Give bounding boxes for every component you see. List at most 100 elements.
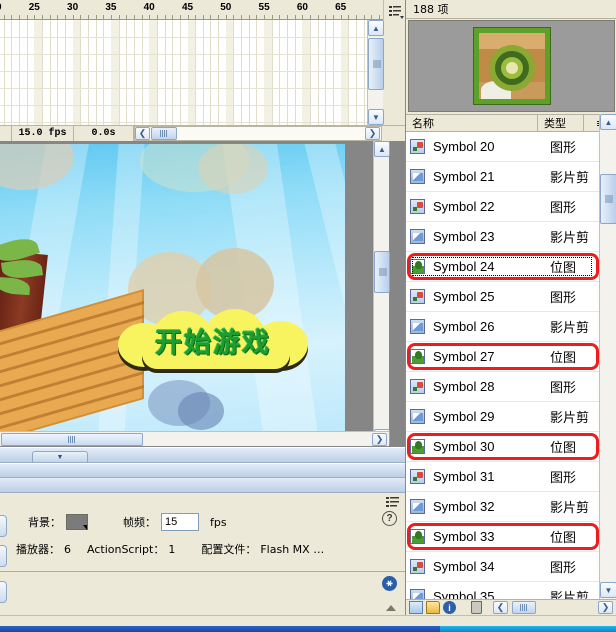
library-hscroll-left-button[interactable]: ❮ bbox=[493, 601, 508, 614]
library-hscroll-thumb[interactable] bbox=[512, 601, 536, 614]
library-row[interactable]: Symbol 20 图形 bbox=[406, 132, 600, 162]
library-row[interactable]: Symbol 31 图形 bbox=[406, 462, 600, 492]
background-color-swatch[interactable] bbox=[66, 514, 88, 530]
timeline-hscroll-left-button[interactable]: ❮ bbox=[135, 127, 150, 140]
frame-gridline bbox=[142, 20, 143, 125]
start-game-button[interactable]: 开始游戏 bbox=[118, 309, 308, 371]
library-row[interactable]: Symbol 26 影片剪 bbox=[406, 312, 600, 342]
elapsed-time-display[interactable]: 0.0s bbox=[74, 125, 134, 142]
ruler-tick-mark bbox=[333, 15, 334, 19]
actionscript-value: 1 bbox=[168, 542, 176, 556]
timeline-scroll-up-button[interactable]: ▲ bbox=[368, 20, 384, 36]
library-row[interactable]: Symbol 24 位图 bbox=[406, 252, 600, 282]
properties-title-bar[interactable] bbox=[0, 478, 405, 493]
library-row[interactable]: Symbol 29 影片剪 bbox=[406, 402, 600, 432]
new-symbol-icon[interactable] bbox=[409, 601, 423, 614]
ruler-tick-mark bbox=[188, 15, 189, 19]
ruler-tick-65: 65 bbox=[335, 2, 347, 13]
properties-divider bbox=[0, 571, 405, 572]
accessibility-icon[interactable]: ⚹ bbox=[382, 576, 397, 591]
properties-side-tab-2[interactable] bbox=[0, 545, 7, 567]
ruler-tick-55: 55 bbox=[258, 2, 270, 13]
frame-gridline bbox=[364, 20, 365, 125]
stage-horizontal-scrollbar[interactable]: ❯ bbox=[0, 431, 389, 446]
library-scroll-thumb[interactable] bbox=[600, 174, 616, 224]
ruler-tick-mark bbox=[348, 15, 349, 19]
ruler-tick-mark bbox=[241, 15, 242, 19]
ruler-tick-mark bbox=[27, 15, 28, 19]
ruler-tick-mark bbox=[11, 15, 12, 19]
stage-scroll-thumb[interactable] bbox=[374, 251, 390, 293]
new-folder-icon[interactable] bbox=[426, 601, 440, 614]
column-header-name[interactable]: 名称 bbox=[406, 114, 538, 132]
library-row[interactable]: Symbol 23 影片剪 bbox=[406, 222, 600, 252]
library-row[interactable]: Symbol 28 图形 bbox=[406, 372, 600, 402]
timeline-vertical-scrollbar[interactable]: ▲ ▼ bbox=[367, 20, 384, 125]
library-row-type: 图形 bbox=[550, 561, 577, 576]
column-header-type[interactable]: 类型 bbox=[538, 114, 584, 132]
library-row[interactable]: Symbol 30 位图 bbox=[406, 432, 600, 462]
ruler-tick-mark bbox=[126, 15, 127, 19]
movieclip-symbol-icon bbox=[410, 169, 425, 184]
library-toolbar: i ❮ ❯ bbox=[406, 599, 616, 615]
stage-vertical-scrollbar[interactable]: ▲ ▼ bbox=[373, 141, 390, 446]
library-item-list[interactable]: Symbol 20 图形 Symbol 21 影片剪 Symbol 22 图形 Symbol… bbox=[406, 132, 600, 599]
properties-panel: 背景： 帧频： 15 fps 播放器： 6 ActionScript： 1 配置… bbox=[0, 478, 405, 615]
library-row-name: Symbol 33 bbox=[433, 529, 495, 544]
stage-hscroll-thumb[interactable] bbox=[1, 432, 143, 446]
library-hscroll-right-button[interactable]: ❯ bbox=[598, 601, 613, 614]
properties-side-tab-3[interactable] bbox=[0, 581, 7, 603]
timeline-scroll-down-button[interactable]: ▼ bbox=[368, 109, 384, 125]
library-scroll-down-button[interactable]: ▼ bbox=[600, 582, 616, 598]
kiwi-bitmap-preview bbox=[472, 27, 551, 105]
ruler-tick-mark bbox=[295, 15, 296, 19]
layer-row-divider bbox=[0, 37, 383, 38]
bitmap-icon bbox=[410, 259, 425, 274]
properties-side-tab-1[interactable] bbox=[0, 515, 7, 537]
frame-gridline bbox=[27, 20, 28, 125]
library-row[interactable]: Symbol 33 位图 bbox=[406, 522, 600, 552]
chevron-right-icon: ❯ bbox=[601, 602, 610, 612]
profile-value[interactable]: Flash MX … bbox=[260, 543, 324, 556]
library-vertical-scrollbar[interactable]: ▲ ▼ bbox=[599, 114, 616, 599]
framerate-input[interactable]: 15 bbox=[161, 513, 199, 531]
timeline-options-icon[interactable] bbox=[383, 0, 405, 20]
library-row[interactable]: Symbol 27 位图 bbox=[406, 342, 600, 372]
trash-icon[interactable] bbox=[471, 601, 482, 614]
panel-splitter[interactable] bbox=[0, 463, 405, 478]
help-icon[interactable]: ? bbox=[382, 511, 397, 526]
chevron-left-icon: ❮ bbox=[496, 602, 505, 612]
library-row[interactable]: Symbol 32 影片剪 bbox=[406, 492, 600, 522]
library-row[interactable]: Symbol 21 影片剪 bbox=[406, 162, 600, 192]
library-scroll-up-button[interactable]: ▲ bbox=[600, 114, 616, 130]
movieclip-symbol-icon bbox=[410, 409, 425, 424]
timeline-scroll-thumb[interactable] bbox=[368, 38, 384, 90]
library-row[interactable]: Symbol 22 图形 bbox=[406, 192, 600, 222]
timeline-ruler[interactable]: 20 25 30 35 40 45 50 55 60 65 bbox=[0, 0, 383, 20]
ruler-tick-mark bbox=[157, 15, 158, 19]
frame-gridline bbox=[96, 20, 97, 125]
ruler-tick-mark bbox=[50, 15, 51, 19]
ruler-tick-mark bbox=[96, 15, 97, 19]
timeline-horizontal-scrollbar[interactable]: ❮ ❯ bbox=[134, 126, 382, 141]
grip-icon bbox=[160, 130, 168, 137]
stage-hscroll-right-button[interactable]: ❯ bbox=[372, 432, 387, 446]
ruler-tick-mark bbox=[272, 15, 273, 19]
movieclip-symbol-icon bbox=[410, 589, 425, 599]
timeline-frames-area[interactable] bbox=[0, 20, 383, 125]
properties-info-icon[interactable]: i bbox=[443, 601, 456, 614]
stage-bottom-splitter[interactable]: ▼ bbox=[0, 447, 405, 463]
ruler-tick-mark bbox=[149, 15, 150, 19]
library-row[interactable]: Symbol 25 图形 bbox=[406, 282, 600, 312]
graphic-symbol-icon bbox=[410, 379, 425, 394]
stage-scroll-up-button[interactable]: ▲ bbox=[374, 141, 390, 157]
collapse-panel-button[interactable]: ▼ bbox=[32, 451, 88, 462]
stage-canvas[interactable]: 开始游戏 bbox=[0, 144, 345, 438]
expand-arrow-icon[interactable] bbox=[386, 605, 396, 611]
timeline-hscroll-thumb[interactable] bbox=[151, 127, 177, 140]
library-row[interactable]: Symbol 34 图形 bbox=[406, 552, 600, 582]
library-row[interactable]: Symbol 35 影片剪 bbox=[406, 582, 600, 599]
timeline-hscroll-right-button[interactable]: ❯ bbox=[365, 127, 380, 140]
ruler-tick-mark bbox=[302, 15, 303, 19]
ruler-tick-mark bbox=[172, 15, 173, 19]
